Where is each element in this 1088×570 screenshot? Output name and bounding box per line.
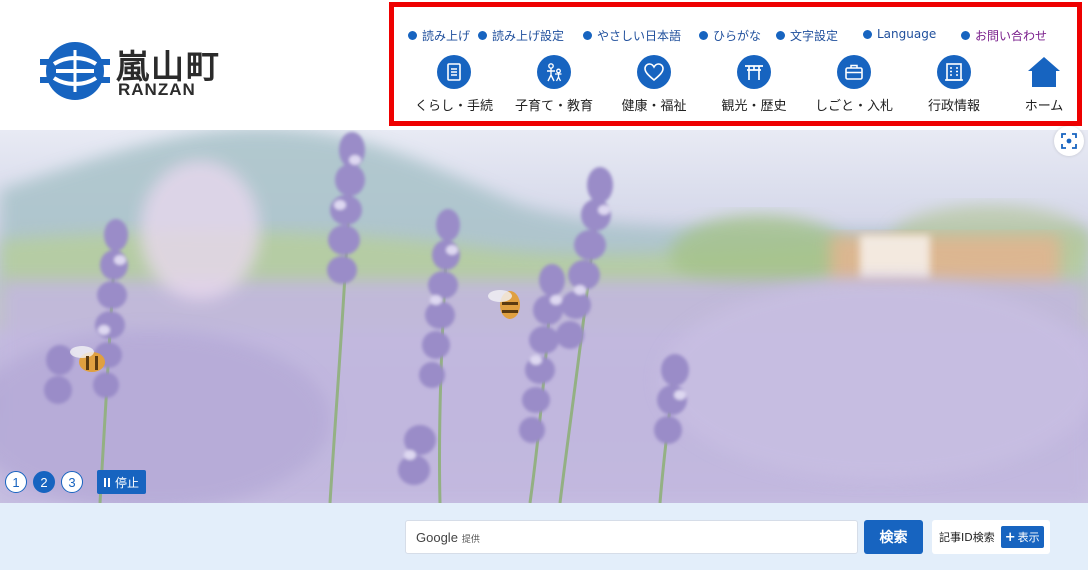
dot-icon: [408, 31, 417, 40]
nav-item-health[interactable]: 健康・福祉: [604, 55, 704, 117]
nav-label: くらし・手続: [414, 99, 493, 114]
briefcase-icon: [837, 55, 871, 89]
search-button[interactable]: 検索: [864, 520, 923, 554]
nav-item-living[interactable]: くらし・手続: [404, 55, 504, 117]
scan-icon: [1061, 133, 1077, 149]
util-link-read-aloud-settings[interactable]: 読み上げ設定: [478, 27, 564, 44]
util-link-text-settings[interactable]: 文字設定: [776, 27, 838, 44]
dot-icon: [583, 31, 592, 40]
torii-icon: [737, 55, 771, 89]
util-link-contact[interactable]: お問い合わせ: [961, 27, 1047, 44]
article-id-search: 記事ID検索 + 表示: [932, 520, 1050, 554]
nav-item-tourism[interactable]: 観光・歴史: [704, 55, 804, 117]
slide-dot-3[interactable]: 3: [61, 471, 83, 493]
dot-icon: [478, 31, 487, 40]
slideshow-pause-button[interactable]: 停止: [97, 470, 147, 494]
slide-dot-1[interactable]: 1: [5, 471, 27, 493]
dot-icon: [961, 31, 970, 40]
nav-item-home[interactable]: ホーム: [994, 55, 1088, 117]
search-bar: Google 提供 検索 記事ID検索 + 表示: [0, 503, 1088, 570]
pause-icon: [104, 477, 110, 487]
util-link-language[interactable]: Language: [863, 27, 936, 41]
site-header: 嵐山町 RANZAN 読み上げ 読み上げ設定 やさしい日本語 ひらがな 文字設定…: [0, 0, 1088, 130]
nav-label: 健康・福祉: [621, 99, 687, 114]
nav-label: しごと・入札: [814, 99, 893, 114]
site-name-en: RANZAN: [118, 80, 196, 99]
article-id-search-label: 記事ID検索: [939, 531, 995, 544]
main-navigation: くらし・手続 子育て・教育 健康・福祉 観光・歴史 しごと・入札 行政情報 ホー…: [404, 55, 1074, 117]
image-zoom-button[interactable]: [1054, 126, 1084, 156]
utility-links: 読み上げ 読み上げ設定 やさしい日本語 ひらがな 文字設定 Language お…: [408, 27, 1078, 47]
util-link-easy-japanese[interactable]: やさしい日本語: [583, 27, 681, 44]
slideshow-controls: 1 2 3 停止: [5, 470, 147, 494]
site-search-input[interactable]: Google 提供: [405, 520, 858, 554]
pause-label: 停止: [115, 475, 140, 490]
building-icon: [937, 55, 971, 89]
nav-item-jobs[interactable]: しごと・入札: [804, 55, 904, 117]
google-brand: Google 提供: [416, 529, 480, 545]
dot-icon: [863, 29, 872, 39]
nav-item-childcare[interactable]: 子育て・教育: [504, 55, 604, 117]
document-icon: [437, 55, 471, 89]
nav-label: 子育て・教育: [514, 99, 593, 114]
nav-label: ホーム: [1024, 99, 1064, 114]
dot-icon: [776, 31, 785, 40]
nav-label: 行政情報: [927, 99, 980, 114]
header-navigation-highlight: 読み上げ 読み上げ設定 やさしい日本語 ひらがな 文字設定 Language お…: [389, 2, 1082, 126]
heart-icon: [637, 55, 671, 89]
nav-label: 観光・歴史: [721, 99, 787, 114]
home-icon: [1026, 55, 1062, 89]
slide-dot-2[interactable]: 2: [33, 471, 55, 493]
util-link-hiragana[interactable]: ひらがな: [699, 27, 761, 44]
plus-icon: +: [1004, 529, 1016, 545]
site-logo[interactable]: 嵐山町 RANZAN: [40, 38, 240, 104]
nav-item-administration[interactable]: 行政情報: [904, 55, 1004, 117]
parent-child-icon: [537, 55, 571, 89]
town-emblem-icon: [40, 42, 110, 100]
dot-icon: [699, 31, 708, 40]
article-id-show-button[interactable]: + 表示: [1000, 526, 1044, 548]
util-link-read-aloud[interactable]: 読み上げ: [408, 27, 470, 44]
